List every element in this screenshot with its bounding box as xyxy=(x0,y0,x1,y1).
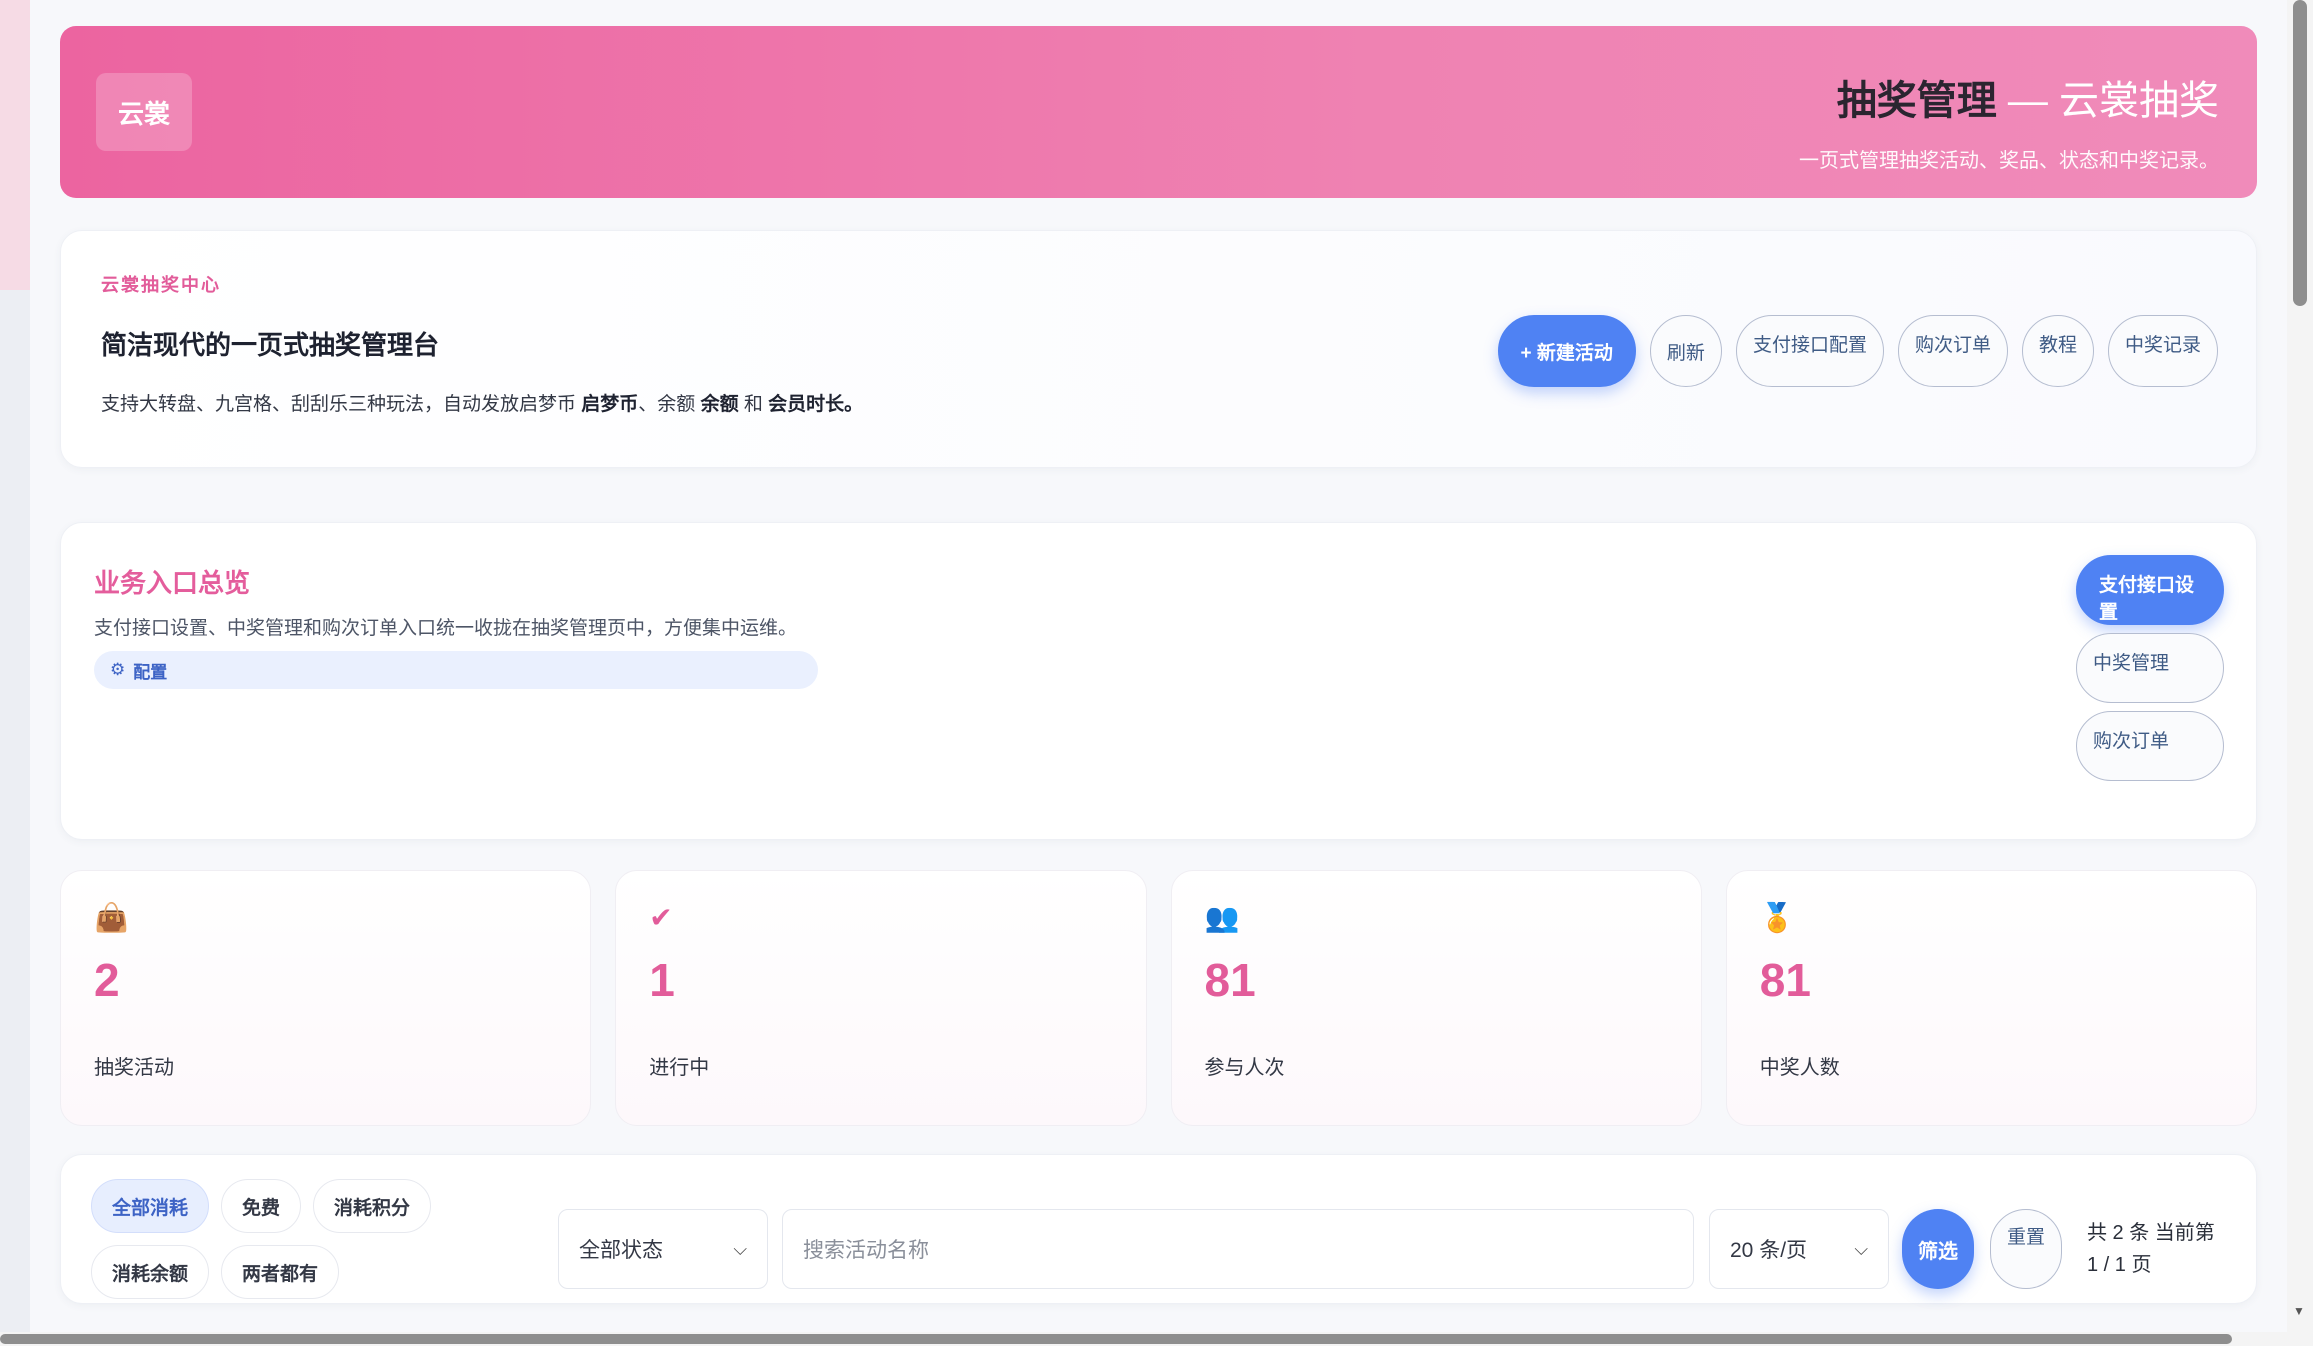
stat-value: 1 xyxy=(649,954,675,1006)
pagination-total: 共 2 条 当前第 xyxy=(2087,1222,2215,1244)
horizontal-scrollbar-thumb[interactable] xyxy=(0,1334,2232,1344)
header-banner: 云裳 抽奖管理 — 云裳抽奖 一页式管理抽奖活动、奖品、状态和中奖记录。 xyxy=(60,26,2257,198)
status-select[interactable]: 全部状态 ⌵ xyxy=(558,1209,768,1289)
filter-button[interactable]: 筛选 xyxy=(1902,1209,1974,1289)
intro-desc-prefix: 支持大转盘、九宫格、刮刮乐三种玩法，自动发放启梦币 xyxy=(101,394,582,415)
stat-card-participants: 👥 81 参与人次 xyxy=(1170,870,1702,1126)
stat-label: 抽奖活动 xyxy=(94,1057,174,1079)
chip-balance[interactable]: 消耗余额 xyxy=(91,1245,210,1299)
horizontal-scrollbar[interactable] xyxy=(0,1332,2287,1346)
intro-desc-mid1: 、余额 xyxy=(638,394,701,415)
stat-label: 参与人次 xyxy=(1204,1057,1285,1079)
chevron-down-icon: ⌵ xyxy=(1854,1238,1868,1259)
people-icon: 👥 xyxy=(1204,902,1240,933)
left-sidebar-strip xyxy=(0,0,30,1346)
overview-side-actions: 支付接口设置 中奖管理 购次订单 xyxy=(2076,555,2224,781)
page-subtitle: 一页式管理抽奖活动、奖品、状态和中奖记录。 xyxy=(1799,150,2219,172)
vertical-scrollbar-thumb[interactable] xyxy=(2293,0,2307,306)
stat-value: 81 xyxy=(1204,954,1256,1006)
chip-points[interactable]: 消耗积分 xyxy=(313,1179,432,1233)
check-icon: ✔ xyxy=(649,902,673,933)
config-tag-label: 配置 xyxy=(133,662,168,682)
stat-value: 2 xyxy=(94,954,120,1006)
filter-bar: 全部消耗 免费 消耗积分 消耗余额 两者都有 全部状态 ⌵ 搜索活动名称 20 … xyxy=(60,1154,2257,1304)
intro-actions: + 新建活动 刷新 支付接口配置 购次订单 教程 中奖记录 xyxy=(1497,315,2218,387)
intro-desc-coin: 启梦币 xyxy=(581,394,639,415)
pagination-current: 1 / 1 页 xyxy=(2087,1254,2152,1276)
intro-headline: 简洁现代的一页式抽奖管理台 xyxy=(101,330,440,360)
page-title: 抽奖管理 — 云裳抽奖 xyxy=(1799,68,2219,126)
config-tag[interactable]: ⚙ 配置 xyxy=(94,651,818,689)
intro-description: 支持大转盘、九宫格、刮刮乐三种玩法，自动发放启梦币 启梦币、余额 余额 和 会员… xyxy=(101,389,863,416)
chip-free[interactable]: 免费 xyxy=(221,1179,302,1233)
header-text: 抽奖管理 — 云裳抽奖 一页式管理抽奖活动、奖品、状态和中奖记录。 xyxy=(1799,68,2219,173)
intro-card: 云裳抽奖中心 简洁现代的一页式抽奖管理台 支持大转盘、九宫格、刮刮乐三种玩法，自… xyxy=(60,230,2257,468)
payment-settings-button[interactable]: 支付接口设置 xyxy=(2076,555,2224,625)
stat-label: 进行中 xyxy=(649,1057,710,1079)
intro-eyebrow: 云裳抽奖中心 xyxy=(101,275,221,295)
stat-label: 中奖人数 xyxy=(1759,1057,1840,1079)
payment-config-button[interactable]: 支付接口配置 xyxy=(1735,315,1884,387)
search-input[interactable]: 搜索活动名称 xyxy=(782,1209,1694,1289)
stat-value: 81 xyxy=(1759,954,1811,1006)
pagination-info: 共 2 条 当前第 1 / 1 页 xyxy=(2087,1217,2227,1281)
vertical-scrollbar[interactable]: ▼ xyxy=(2287,0,2313,1346)
stat-card-activities: 👜 2 抽奖活动 xyxy=(60,870,592,1126)
chip-all[interactable]: 全部消耗 xyxy=(91,1179,210,1233)
scroll-down-arrow-icon[interactable]: ▼ xyxy=(2293,1304,2305,1318)
chevron-down-icon: ⌵ xyxy=(733,1238,747,1259)
page-size-select[interactable]: 20 条/页 ⌵ xyxy=(1709,1209,1889,1289)
reset-button[interactable]: 重置 xyxy=(1990,1209,2062,1289)
overview-title: 业务入口总览 xyxy=(94,568,251,598)
consumption-chips: 全部消耗 免费 消耗积分 消耗余额 两者都有 xyxy=(91,1179,451,1299)
page-title-rest: — 云裳抽奖 xyxy=(1996,79,2219,123)
award-icon: 🏅 xyxy=(1759,902,1795,933)
overview-card: 业务入口总览 支付接口设置、中奖管理和购次订单入口统一收拢在抽奖管理页中，方便集… xyxy=(60,522,2257,840)
overview-description: 支付接口设置、中奖管理和购次订单入口统一收拢在抽奖管理页中，方便集中运维。 xyxy=(94,618,798,639)
logo: 云裳 xyxy=(96,73,192,151)
stat-card-winners: 🏅 81 中奖人数 xyxy=(1725,870,2257,1126)
intro-desc-mid2: 和 xyxy=(738,394,769,415)
win-records-button[interactable]: 中奖记录 xyxy=(2107,315,2218,387)
gear-icon: ⚙ xyxy=(110,660,126,679)
main-page: 云裳 抽奖管理 — 云裳抽奖 一页式管理抽奖活动、奖品、状态和中奖记录。 云裳抽… xyxy=(60,26,2257,1304)
refresh-button[interactable]: 刷新 xyxy=(1649,315,1722,387)
intro-desc-balance: 余额 xyxy=(700,394,739,415)
chip-both[interactable]: 两者都有 xyxy=(221,1245,340,1299)
stat-card-ongoing: ✔ 1 进行中 xyxy=(615,870,1147,1126)
side-orders-button[interactable]: 购次订单 xyxy=(2076,711,2224,781)
prize-management-button[interactable]: 中奖管理 xyxy=(2076,633,2224,703)
orders-button[interactable]: 购次订单 xyxy=(1897,315,2008,387)
page-title-bold: 抽奖管理 xyxy=(1836,79,1997,123)
page-size-value: 20 条/页 xyxy=(1730,1239,1808,1262)
new-activity-button[interactable]: + 新建活动 xyxy=(1497,315,1636,387)
status-select-value: 全部状态 xyxy=(579,1239,663,1262)
sidebar-accent xyxy=(0,0,30,290)
tutorial-button[interactable]: 教程 xyxy=(2021,315,2094,387)
intro-desc-membership: 会员时长。 xyxy=(768,394,864,415)
stats-row: 👜 2 抽奖活动 ✔ 1 进行中 👥 81 参与人次 🏅 81 中奖人数 xyxy=(60,870,2257,1126)
shopping-bag-icon: 👜 xyxy=(94,902,129,933)
